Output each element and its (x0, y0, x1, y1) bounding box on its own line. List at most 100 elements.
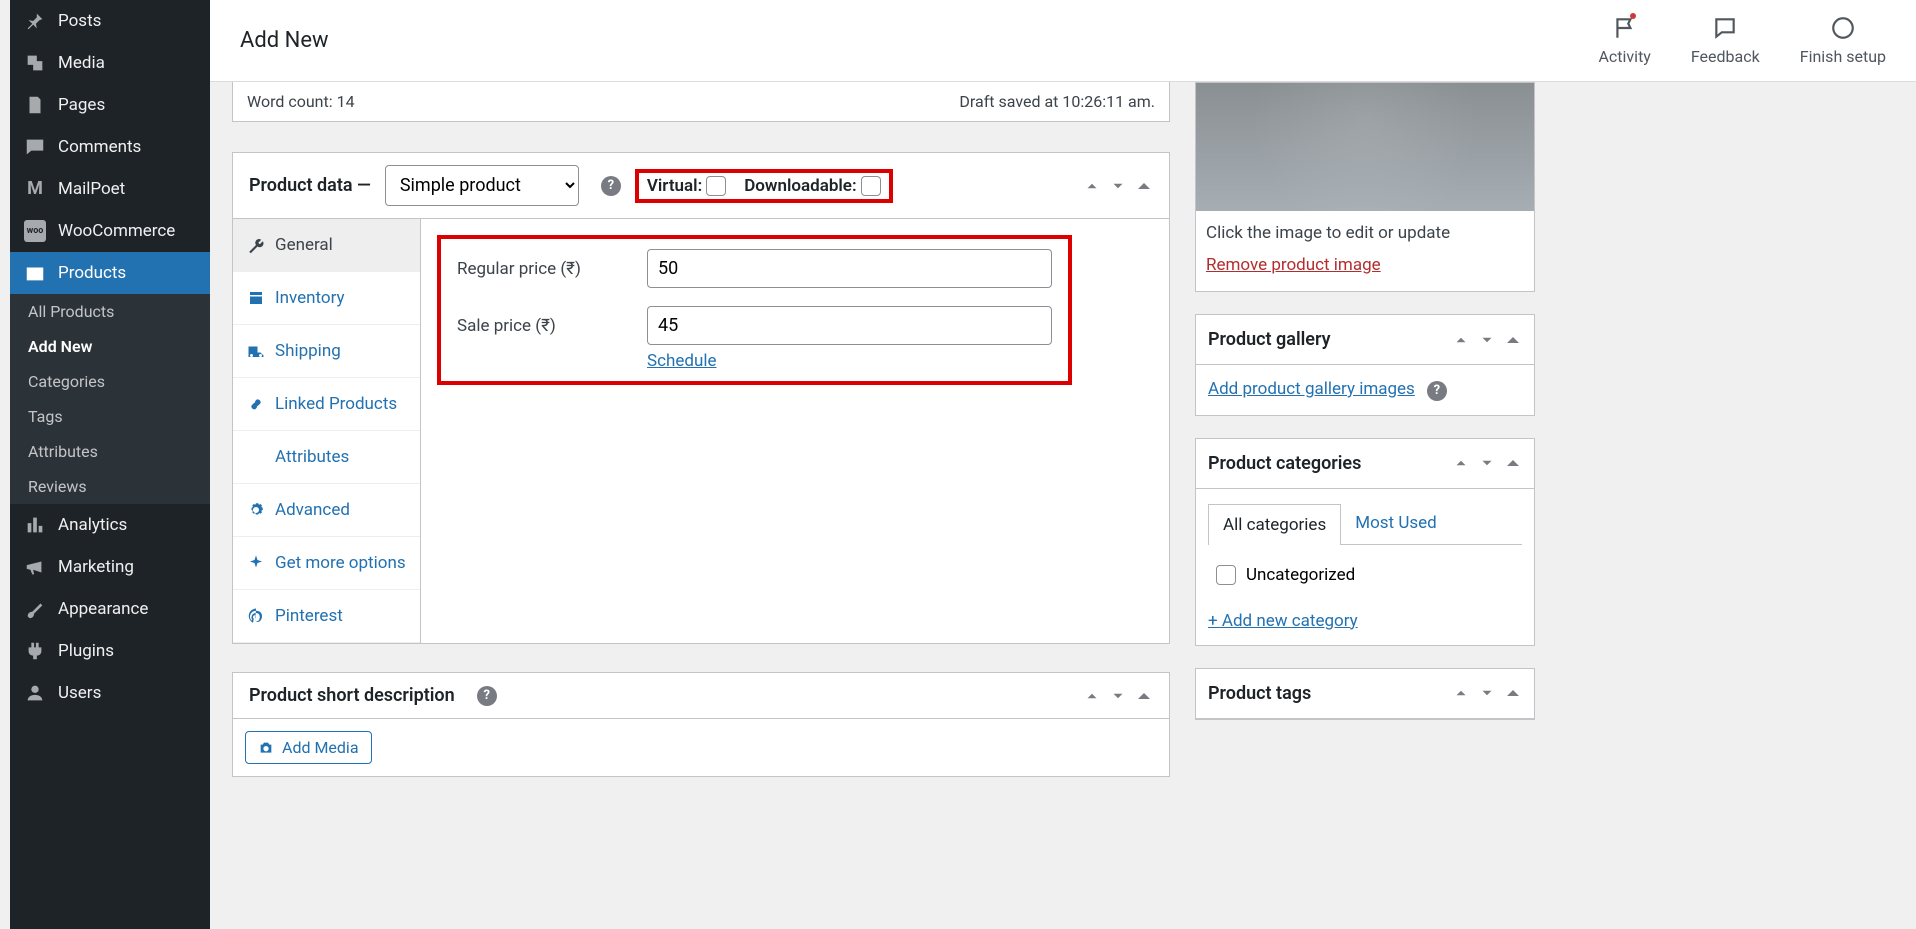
help-icon[interactable]: ? (601, 176, 621, 196)
product-image-preview[interactable] (1196, 83, 1534, 211)
chevron-down-icon[interactable] (1478, 684, 1496, 702)
category-checkbox[interactable] (1216, 565, 1236, 585)
tab-most-used[interactable]: Most Used (1341, 503, 1451, 544)
regular-price-row: Regular price (₹) (457, 249, 1052, 288)
draft-saved: Draft saved at 10:26:11 am. (959, 92, 1155, 111)
menu-pages[interactable]: Pages (10, 84, 210, 126)
regular-price-label: Regular price (₹) (457, 259, 627, 279)
tab-general[interactable]: General (233, 219, 420, 272)
topbar: Add New Activity Feedback Finish setup (210, 0, 1916, 82)
user-icon (24, 682, 46, 704)
chevron-up-icon[interactable] (1083, 687, 1101, 705)
tab-inventory[interactable]: Inventory (233, 272, 420, 325)
caret-up-icon[interactable] (1504, 331, 1522, 349)
feedback-button[interactable]: Feedback (1691, 15, 1760, 66)
submenu-add-new[interactable]: Add New (10, 329, 210, 364)
menu-woocommerce[interactable]: woo WooCommerce (10, 210, 210, 252)
caret-up-icon[interactable] (1135, 687, 1153, 705)
chevron-up-icon[interactable] (1452, 684, 1470, 702)
menu-plugins[interactable]: Plugins (10, 630, 210, 672)
chevron-down-icon[interactable] (1478, 454, 1496, 472)
product-data-body: General Inventory Shipping Linked Produc… (233, 219, 1169, 643)
gear-icon (247, 501, 265, 519)
caret-up-icon[interactable] (1504, 454, 1522, 472)
add-category-link[interactable]: + Add new category (1208, 611, 1358, 631)
panel-toggle-actions (1452, 684, 1522, 702)
menu-label: Pages (58, 95, 105, 115)
product-type-select[interactable]: Simple product (385, 165, 579, 206)
panel-toggle-actions (1452, 331, 1522, 349)
finish-setup-button[interactable]: Finish setup (1800, 15, 1886, 66)
analytics-icon (24, 514, 46, 536)
woo-icon: woo (24, 220, 46, 242)
menu-label: Comments (58, 137, 141, 157)
product-tags-panel: Product tags (1195, 668, 1535, 720)
sale-price-label: Sale price (₹) (457, 316, 627, 336)
wrench-icon (247, 236, 265, 254)
sale-price-input[interactable] (647, 306, 1052, 345)
right-column: Click the image to edit or update Remove… (1195, 82, 1535, 720)
chevron-up-icon[interactable] (1083, 177, 1101, 195)
menu-mailpoet[interactable]: MMailPoet (10, 168, 210, 210)
menu-analytics[interactable]: Analytics (10, 504, 210, 546)
chevron-down-icon[interactable] (1109, 177, 1127, 195)
product-data-tabs: General Inventory Shipping Linked Produc… (233, 219, 421, 643)
downloadable-label: Downloadable: (744, 176, 880, 196)
pages-icon (24, 94, 46, 116)
list-icon (247, 448, 265, 466)
submenu-tags[interactable]: Tags (10, 399, 210, 434)
menu-posts[interactable]: Posts (10, 0, 210, 42)
circle-icon (1830, 15, 1856, 41)
product-data-head: Product data — Simple product ? Virtual:… (233, 153, 1169, 219)
category-item: Uncategorized (1208, 559, 1522, 591)
virtual-checkbox[interactable] (706, 176, 726, 196)
tab-label: Shipping (275, 341, 341, 361)
submenu-all-products[interactable]: All Products (10, 294, 210, 329)
add-gallery-link[interactable]: Add product gallery images (1208, 379, 1415, 399)
submenu-categories[interactable]: Categories (10, 364, 210, 399)
media-icon (24, 52, 46, 74)
schedule-link[interactable]: Schedule (647, 351, 716, 371)
menu-users[interactable]: Users (10, 672, 210, 714)
tab-label: Get more options (275, 553, 406, 573)
tab-all-categories[interactable]: All categories (1208, 504, 1341, 545)
tab-linked[interactable]: Linked Products (233, 378, 420, 431)
menu-appearance[interactable]: Appearance (10, 588, 210, 630)
tab-attributes[interactable]: Attributes (233, 431, 420, 484)
chevron-up-icon[interactable] (1452, 331, 1470, 349)
menu-comments[interactable]: Comments (10, 126, 210, 168)
categories-title: Product categories (1208, 453, 1361, 474)
menu-media[interactable]: Media (10, 42, 210, 84)
products-submenu: All Products Add New Categories Tags Att… (10, 294, 210, 504)
comment-icon (24, 136, 46, 158)
menu-label: WooCommerce (58, 221, 175, 241)
help-icon[interactable]: ? (477, 686, 497, 706)
tab-more[interactable]: Get more options (233, 537, 420, 590)
chevron-up-icon[interactable] (1452, 454, 1470, 472)
remove-image-link[interactable]: Remove product image (1196, 255, 1534, 275)
menu-marketing[interactable]: Marketing (10, 546, 210, 588)
help-icon[interactable]: ? (1427, 381, 1447, 401)
tab-pinterest[interactable]: Pinterest (233, 590, 420, 643)
products-icon (24, 262, 46, 284)
menu-products[interactable]: Products (10, 252, 210, 294)
regular-price-input[interactable] (647, 249, 1052, 288)
submenu-reviews[interactable]: Reviews (10, 469, 210, 504)
notification-dot (1630, 13, 1636, 19)
page-title: Add New (240, 28, 329, 53)
short-description-head: Product short description ? (233, 673, 1169, 719)
truck-icon (247, 342, 265, 360)
tags-title: Product tags (1208, 683, 1311, 704)
action-label: Finish setup (1800, 47, 1886, 66)
tab-advanced[interactable]: Advanced (233, 484, 420, 537)
caret-up-icon[interactable] (1504, 684, 1522, 702)
caret-up-icon[interactable] (1135, 177, 1153, 195)
chevron-down-icon[interactable] (1478, 331, 1496, 349)
chevron-down-icon[interactable] (1109, 687, 1127, 705)
tab-label: Linked Products (275, 394, 397, 414)
add-media-button[interactable]: Add Media (245, 731, 372, 764)
activity-button[interactable]: Activity (1598, 15, 1650, 66)
tab-shipping[interactable]: Shipping (233, 325, 420, 378)
downloadable-checkbox[interactable] (861, 176, 881, 196)
submenu-attributes[interactable]: Attributes (10, 434, 210, 469)
